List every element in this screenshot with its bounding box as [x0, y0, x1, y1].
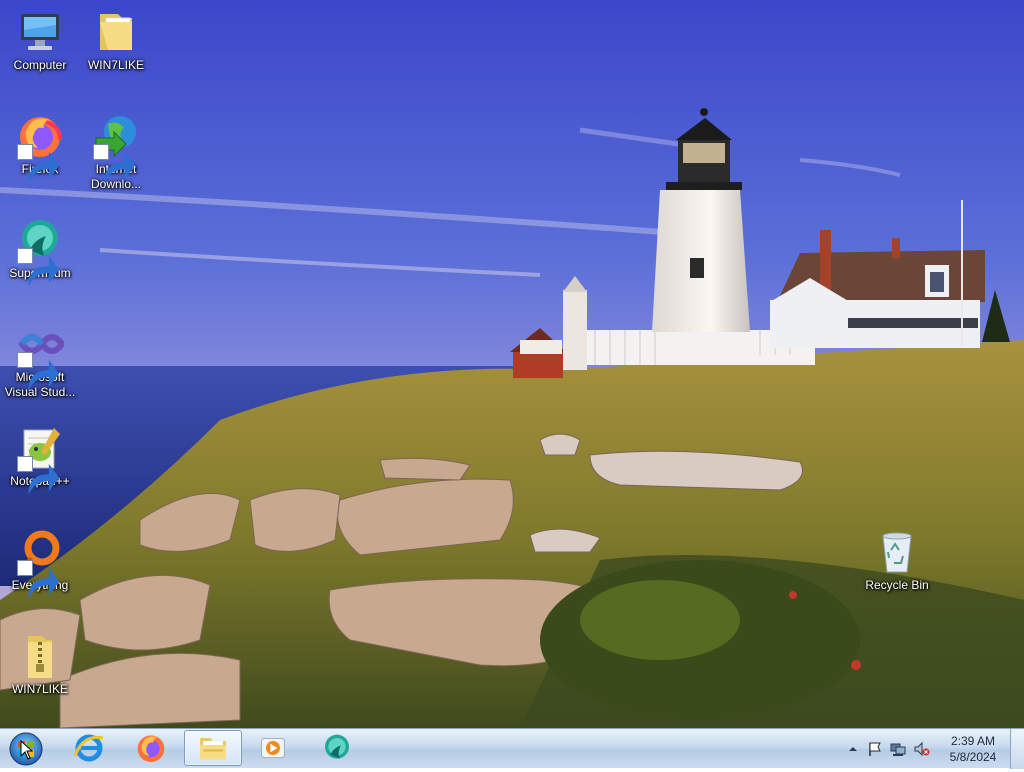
firefox-icon — [16, 112, 64, 183]
media-player-icon — [261, 737, 285, 759]
everything-icon — [16, 528, 64, 599]
zip-folder-icon — [16, 632, 64, 680]
shortcut-arrow-icon — [17, 248, 60, 287]
mouse-cursor-icon — [20, 740, 34, 760]
desktop-icon-firefox[interactable]: Firefox — [2, 112, 78, 183]
computer-icon — [16, 8, 64, 56]
notepad-plus-plus-icon — [16, 424, 64, 495]
desktop-icon-supermium[interactable]: Supermium — [2, 216, 78, 287]
supermium-icon — [325, 734, 349, 759]
desktop-icon-computer[interactable]: Computer — [2, 8, 78, 73]
desktop-icon-label: WIN7LIKE — [11, 682, 68, 696]
volume-muted-icon[interactable] — [914, 741, 930, 757]
internet-download-manager-icon — [92, 112, 140, 183]
folder-icon — [92, 8, 140, 56]
taskbar-internet-explorer[interactable] — [60, 730, 118, 766]
desktop-icon-notepad-plus-plus[interactable]: Notepad++ — [2, 424, 78, 495]
action-center-flag-icon[interactable] — [867, 741, 883, 757]
folder-icon — [200, 738, 226, 760]
shortcut-arrow-icon — [17, 456, 60, 495]
supermium-icon — [16, 216, 64, 287]
shortcut-arrow-icon — [93, 144, 136, 183]
shortcut-arrow-icon — [17, 144, 60, 183]
visual-studio-icon — [16, 320, 64, 391]
show-desktop-button[interactable] — [1010, 729, 1024, 769]
desktop-icon-recycle-bin[interactable]: Recycle Bin — [859, 528, 935, 593]
desktop-icon-win7like-folder[interactable]: WIN7LIKE — [78, 8, 154, 73]
desktop-wallpaper — [0, 0, 1024, 728]
desktop-icon-win7like-zip[interactable]: WIN7LIKE — [2, 632, 78, 697]
clock-time: 2:39 AM — [950, 734, 996, 748]
clock-date: 5/8/2024 — [949, 750, 997, 764]
desktop-icon-internet-download-manager[interactable]: Internet Downlo... — [78, 112, 154, 192]
network-icon[interactable] — [890, 741, 906, 757]
taskbar-clock[interactable]: 2:39 AM 5/8/2024 — [937, 733, 1009, 765]
taskbar-supermium[interactable] — [308, 730, 366, 766]
taskbar-media-player[interactable] — [244, 730, 302, 766]
shortcut-arrow-icon — [17, 560, 60, 599]
shortcut-arrow-icon — [17, 352, 60, 391]
desktop-icon-label: WIN7LIKE — [87, 58, 144, 72]
desktop-icon-label: Computer — [13, 58, 67, 72]
taskbar-file-explorer[interactable] — [184, 730, 242, 766]
show-hidden-icons-chevron-icon[interactable] — [845, 741, 861, 757]
taskbar: 2:39 AM 5/8/2024 — [0, 728, 1024, 769]
taskbar-firefox[interactable] — [122, 730, 180, 766]
desktop-icon-label: Recycle Bin — [865, 578, 929, 592]
internet-explorer-icon — [73, 734, 104, 762]
desktop-icon-everything[interactable]: Everything — [2, 528, 78, 599]
desktop-icon-visual-studio[interactable]: Microsoft Visual Stud... — [2, 320, 78, 400]
recycle-bin-icon — [873, 528, 921, 576]
firefox-icon — [137, 735, 165, 762]
